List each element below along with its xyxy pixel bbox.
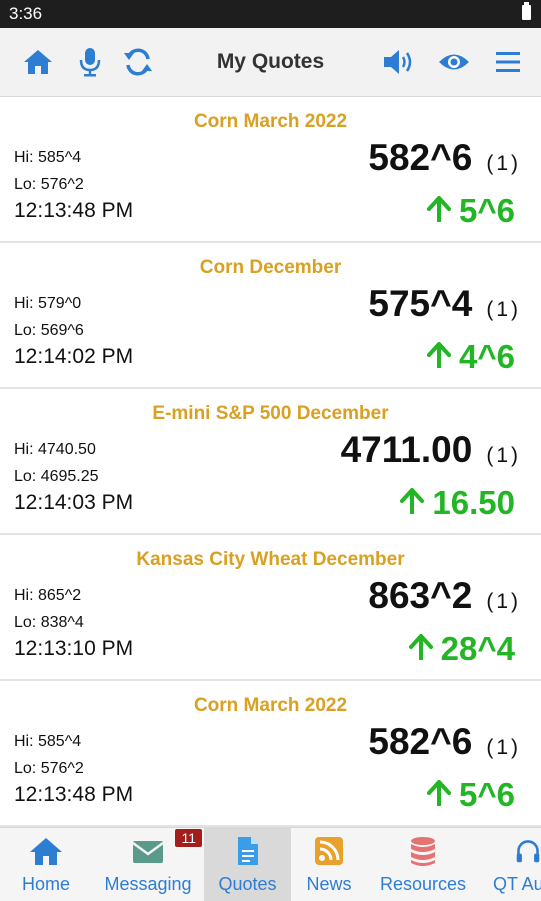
nav-resources[interactable]: Resources — [367, 828, 479, 901]
nav-qt[interactable]: QT Au — [479, 828, 541, 901]
quote-price: 582^6 — [368, 721, 473, 762]
nav-label: Resources — [379, 874, 467, 894]
quote-card[interactable]: Corn December Hi: 579^0 Lo: 569^6 12:14:… — [0, 243, 541, 389]
quote-price-row: 582^6 (1) — [368, 721, 521, 763]
speaker-icon[interactable] — [380, 44, 416, 80]
quote-low: Lo: 4695.25 — [14, 468, 99, 485]
quote-low: Lo: 838^4 — [14, 614, 84, 631]
quotes-list: Corn March 2022 Hi: 585^4 Lo: 576^2 12:1… — [0, 97, 541, 827]
quote-change: 5^6 — [459, 776, 515, 813]
arrow-up-icon — [427, 195, 452, 227]
quote-price-row: 575^4 (1) — [368, 283, 521, 325]
quote-card[interactable]: E-mini S&P 500 December Hi: 4740.50 Lo: … — [0, 389, 541, 535]
quote-count: (1) — [486, 298, 521, 321]
arrow-up-icon — [408, 633, 433, 665]
quote-low: Lo: 576^2 — [14, 760, 84, 777]
quote-time: 12:13:48 PM — [14, 199, 134, 222]
document-icon — [204, 836, 291, 866]
bottom-navigation: Home 11 Messaging Quotes News Resources … — [0, 827, 541, 901]
status-bar: 3:36 — [0, 0, 541, 28]
nav-label: Quotes — [218, 874, 277, 894]
quote-low: Lo: 569^6 — [14, 322, 84, 339]
rss-icon — [291, 836, 367, 866]
quote-card[interactable]: Corn March 2022 Hi: 585^4 Lo: 576^2 12:1… — [0, 97, 541, 243]
quote-time: 12:13:10 PM — [14, 637, 134, 660]
quote-price: 4711.00 — [340, 429, 473, 470]
quote-change: 5^6 — [459, 192, 515, 229]
battery-icon — [522, 2, 531, 20]
quote-change-row: 5^6 — [427, 192, 515, 230]
quote-low: Lo: 576^2 — [14, 176, 84, 193]
status-time: 3:36 — [9, 4, 43, 23]
quote-change-row: 28^4 — [408, 630, 515, 668]
nav-label: Home — [21, 874, 70, 894]
quote-time: 12:14:02 PM — [14, 345, 134, 368]
quote-time: 12:13:48 PM — [14, 783, 134, 806]
quote-price-row: 4711.00 (1) — [341, 429, 521, 471]
home-icon — [0, 836, 92, 866]
arrow-up-icon — [400, 487, 425, 519]
quote-count: (1) — [486, 590, 521, 613]
quote-price: 863^2 — [368, 575, 473, 616]
quote-high: Hi: 585^4 — [14, 733, 82, 750]
arrow-up-icon — [427, 779, 452, 811]
quote-high: Hi: 4740.50 — [14, 441, 96, 458]
quote-name: Corn March 2022 — [193, 111, 348, 132]
messaging-badge: 11 — [175, 829, 202, 847]
quote-count: (1) — [486, 152, 521, 175]
quote-name: Kansas City Wheat December — [136, 549, 405, 570]
quote-name: E-mini S&P 500 December — [152, 403, 389, 424]
quote-high: Hi: 579^0 — [14, 295, 82, 312]
quote-time: 12:14:03 PM — [14, 491, 134, 514]
quote-change-row: 4^6 — [427, 338, 515, 376]
quote-price-row: 582^6 (1) — [368, 137, 521, 179]
quote-price: 582^6 — [368, 137, 473, 178]
quote-card[interactable]: Kansas City Wheat December Hi: 865^2 Lo:… — [0, 535, 541, 681]
nav-quotes[interactable]: Quotes — [204, 828, 291, 901]
headphones-icon — [479, 836, 541, 866]
quote-price-row: 863^2 (1) — [368, 575, 521, 617]
quote-change: 28^4 — [440, 630, 515, 667]
quote-change: 4^6 — [459, 338, 515, 375]
top-toolbar: My Quotes — [0, 28, 541, 97]
nav-label: QT Au — [493, 874, 541, 894]
eye-icon[interactable] — [436, 44, 472, 80]
quote-price: 575^4 — [368, 283, 473, 324]
quote-card[interactable]: Corn March 2022 Hi: 585^4 Lo: 576^2 12:1… — [0, 681, 541, 827]
quote-high: Hi: 585^4 — [14, 149, 82, 166]
arrow-up-icon — [427, 341, 452, 373]
quote-change: 16.50 — [432, 484, 515, 521]
database-icon — [367, 836, 479, 866]
nav-label: News — [306, 874, 352, 894]
nav-label: Messaging — [104, 874, 192, 894]
quote-change-row: 16.50 — [400, 484, 515, 522]
quote-name: Corn March 2022 — [193, 695, 348, 716]
nav-news[interactable]: News — [291, 828, 367, 901]
quote-high: Hi: 865^2 — [14, 587, 82, 604]
menu-icon[interactable] — [490, 44, 526, 80]
quote-name: Corn December — [199, 257, 342, 278]
nav-home[interactable]: Home — [0, 828, 92, 901]
quote-count: (1) — [486, 444, 521, 467]
quote-change-row: 5^6 — [427, 776, 515, 814]
quote-count: (1) — [486, 736, 521, 759]
nav-messaging[interactable]: 11 Messaging — [92, 828, 204, 901]
